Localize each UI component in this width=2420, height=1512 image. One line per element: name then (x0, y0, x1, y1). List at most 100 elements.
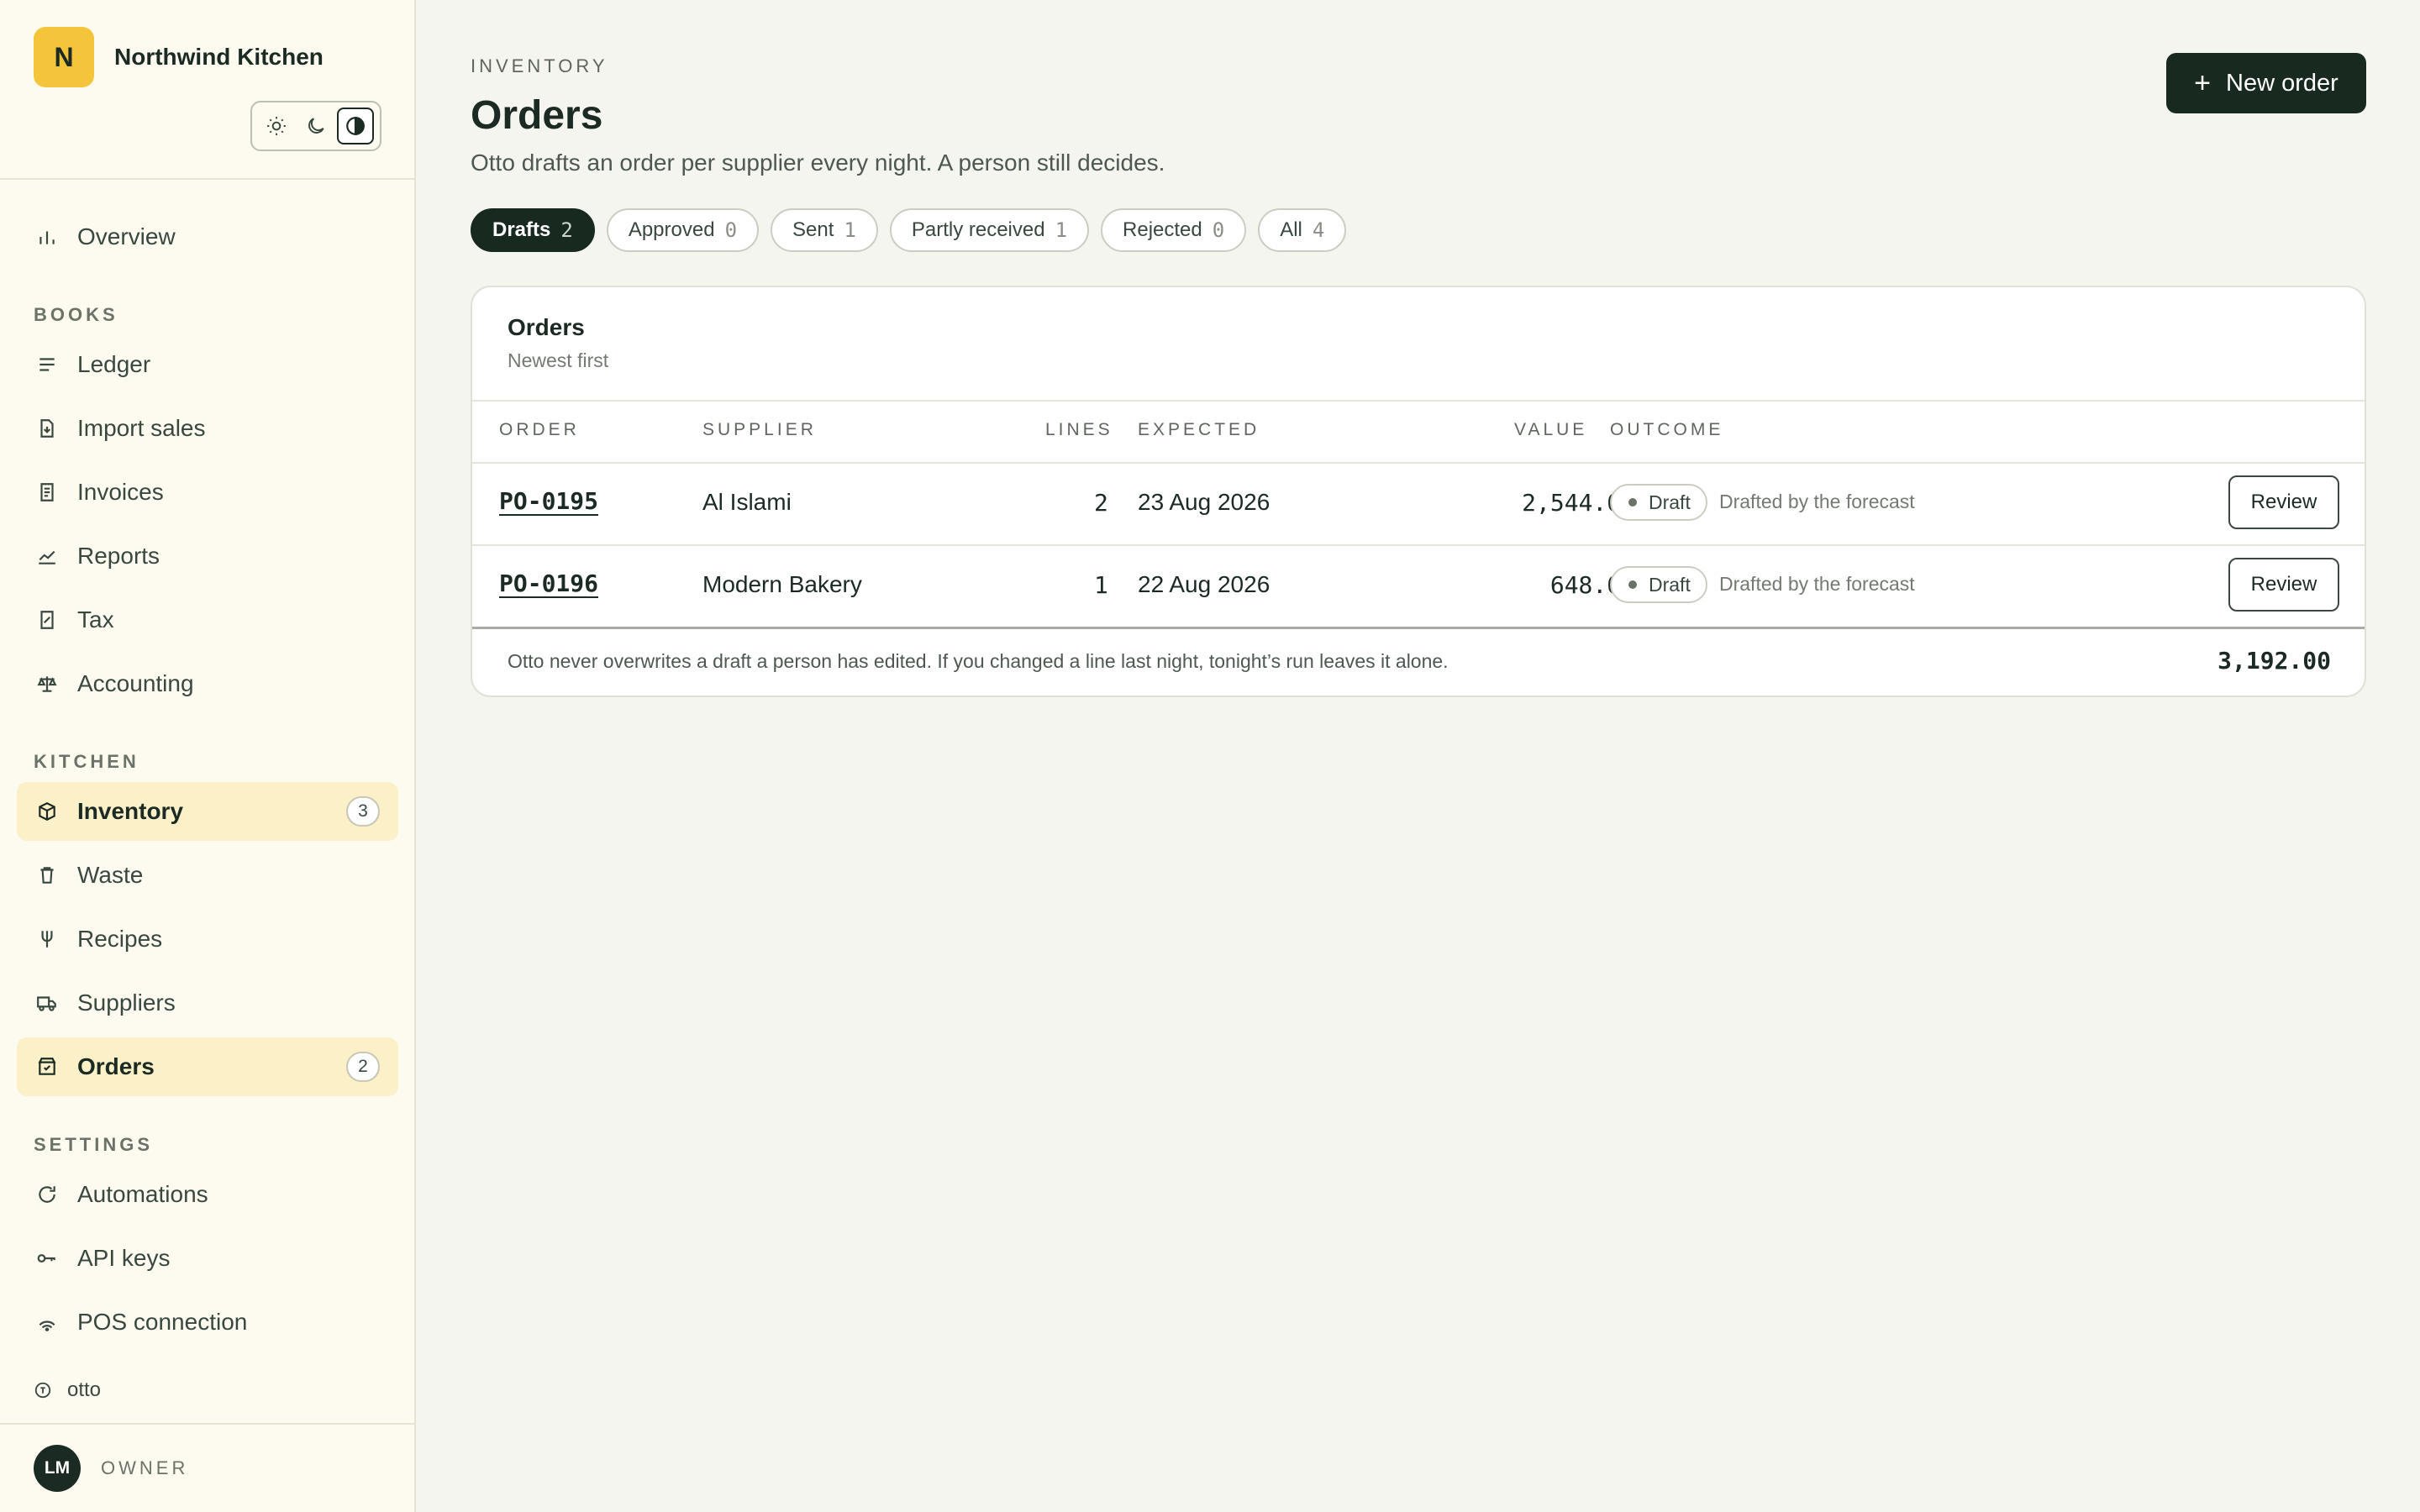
nav-count-badge: 2 (346, 1052, 380, 1082)
column-header-value: VALUE (1514, 420, 1588, 439)
order-link[interactable]: PO-0196 (499, 570, 598, 597)
brand-name: Northwind Kitchen (114, 44, 324, 70)
sidebar-item-tax[interactable]: Tax (17, 591, 398, 649)
sidebar-item-suppliers[interactable]: Suppliers (17, 974, 398, 1032)
sidebar-item-label: Orders (77, 1053, 155, 1079)
otto-brand: otto (34, 1378, 101, 1402)
order-link[interactable]: PO-0195 (499, 487, 598, 515)
supplier-cell: Modern Bakery (702, 571, 862, 597)
filter-count: 1 (1055, 218, 1068, 242)
sidebar-item-accounting[interactable]: Accounting (17, 654, 398, 713)
sidebar-item-overview[interactable]: Overview (17, 207, 398, 266)
section-label-kitchen: KITCHEN (34, 751, 139, 772)
filter-label: Partly received (911, 218, 1045, 241)
new-order-button[interactable]: + New order (2166, 53, 2366, 113)
filter-count: 0 (724, 218, 738, 242)
filter-sent[interactable]: Sent 1 (771, 208, 878, 252)
refresh-icon (35, 1183, 59, 1206)
theme-system-button[interactable] (336, 108, 374, 144)
moon-icon (308, 118, 324, 134)
column-header-expected: EXPECTED (1138, 420, 1260, 439)
new-order-label: New order (2226, 69, 2338, 97)
sidebar-item-label: Overview (77, 223, 176, 249)
status-filters: Drafts 2 Approved 0 Sent 1 Partly received 1… (471, 208, 1358, 252)
status-dot (1628, 498, 1637, 507)
filter-count: 0 (1212, 218, 1225, 242)
signal-icon (35, 1310, 59, 1334)
sidebar-item-waste[interactable]: Waste (17, 846, 398, 905)
filter-label: Approved (628, 218, 715, 241)
filter-all[interactable]: All 4 (1258, 208, 1347, 252)
review-button[interactable]: Review (2228, 558, 2339, 612)
otto-logo-icon (34, 1382, 51, 1399)
box-icon (35, 800, 59, 823)
trend-icon (35, 544, 59, 568)
user-menu[interactable]: LM OWNER (34, 1445, 188, 1492)
fork-icon (35, 927, 59, 951)
card-title: Orders (508, 314, 585, 340)
section-label-settings: SETTINGS (34, 1134, 154, 1155)
file-import-icon (35, 417, 59, 440)
sidebar-item-label: Recipes (77, 926, 163, 952)
lines-icon (35, 353, 59, 376)
filter-drafts[interactable]: Drafts 2 (471, 208, 595, 252)
totals-divider (472, 627, 2365, 629)
lines-cell: 1 (1094, 571, 1108, 599)
status-label: Draft (1649, 491, 1691, 513)
order-box-icon (35, 1055, 59, 1079)
sidebar-item-import-sales[interactable]: Import sales (17, 399, 398, 458)
review-button[interactable]: Review (2228, 475, 2339, 529)
column-header-supplier: SUPPLIER (702, 420, 817, 439)
section-label-books: BOOKS (34, 304, 118, 325)
sidebar: N Northwind Kitchen Overview BOOKS Ledge… (0, 0, 416, 1512)
filter-count: 2 (560, 218, 573, 242)
sidebar-item-label: Waste (77, 862, 144, 888)
filter-partly-received[interactable]: Partly received 1 (889, 208, 1090, 252)
sidebar-item-reports[interactable]: Reports (17, 527, 398, 585)
bar-chart-icon (35, 225, 59, 249)
brand-logo: N (34, 27, 94, 87)
sidebar-item-label: Automations (77, 1181, 208, 1207)
sidebar-item-label: Import sales (77, 415, 206, 441)
lines-cell: 2 (1094, 489, 1108, 517)
sidebar-item-label: Suppliers (77, 990, 176, 1016)
nav-count-badge: 3 (346, 796, 380, 827)
sidebar-item-label: Invoices (77, 479, 164, 505)
sidebar-item-label: Inventory (77, 798, 184, 824)
divider (472, 462, 2365, 464)
sidebar-item-pos-connection[interactable]: POS connection (17, 1293, 398, 1352)
sidebar-item-inventory[interactable]: Inventory 3 (17, 782, 398, 841)
orders-total: 3,192.00 (2217, 647, 2331, 675)
otto-label: otto (67, 1378, 102, 1401)
sidebar-item-label: Ledger (77, 351, 151, 377)
filter-count: 4 (1312, 218, 1325, 242)
tax-icon (35, 608, 59, 632)
sidebar-item-api-keys[interactable]: API keys (17, 1229, 398, 1288)
sidebar-item-orders[interactable]: Orders 2 (17, 1037, 398, 1096)
sidebar-divider (0, 178, 416, 180)
sidebar-item-recipes[interactable]: Recipes (17, 910, 398, 969)
outcome-note: Drafted by the forecast (1719, 491, 1915, 512)
contrast-icon (345, 117, 365, 135)
page-eyebrow: INVENTORY (471, 55, 608, 76)
user-role: OWNER (101, 1457, 189, 1478)
sidebar-item-ledger[interactable]: Ledger (17, 335, 398, 394)
sidebar-item-label: API keys (77, 1245, 171, 1271)
filter-approved[interactable]: Approved 0 (606, 208, 760, 252)
sidebar-item-label: Accounting (77, 670, 194, 696)
column-header-order: ORDER (499, 420, 580, 439)
page-title: Orders (471, 93, 603, 138)
filter-rejected[interactable]: Rejected 0 (1101, 208, 1247, 252)
filter-label: Sent (792, 218, 834, 241)
filter-count: 1 (844, 218, 856, 242)
receipt-icon (35, 480, 59, 504)
sidebar-item-label: Reports (77, 543, 160, 569)
theme-dark-button[interactable] (297, 108, 334, 144)
divider (472, 544, 2365, 546)
status-badge: Draft (1610, 484, 1707, 521)
theme-light-button[interactable] (258, 108, 295, 144)
sidebar-item-automations[interactable]: Automations (17, 1165, 398, 1224)
filter-label: All (1280, 218, 1302, 241)
brand[interactable]: N Northwind Kitchen (34, 27, 324, 87)
sidebar-item-invoices[interactable]: Invoices (17, 463, 398, 522)
